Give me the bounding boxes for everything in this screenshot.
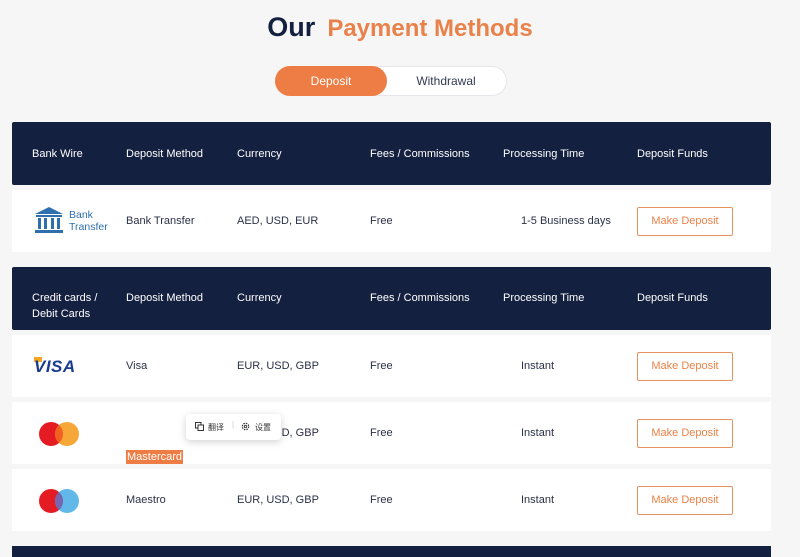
currency-cell: EUR, USD, GBP [237, 360, 319, 372]
make-deposit-button[interactable]: Make Deposit [637, 419, 733, 448]
fees-cell: Free [370, 427, 393, 439]
header-deposit-funds: Deposit Funds [637, 292, 708, 304]
maestro-logo-icon [39, 489, 79, 513]
visa-logo: VISA [34, 357, 76, 376]
title-payment-methods: Payment Methods [327, 15, 533, 42]
translate-link[interactable]: 翻译 [208, 422, 224, 433]
fees-cell: Free [370, 215, 393, 227]
method-cell: Maestro [126, 494, 166, 506]
currency-cell: AED, USD, EUR [237, 215, 319, 227]
table-row-visa: VISA Visa EUR, USD, GBP Free Instant Mak… [12, 335, 771, 397]
popup-divider: | [232, 420, 235, 429]
processing-time-cell: Instant [521, 494, 555, 506]
table-row-maestro: Maestro EUR, USD, GBP Free Instant Make … [12, 469, 771, 531]
currency-cell: EUR, USD, GBP [237, 494, 319, 506]
fees-cell: Free [370, 360, 393, 372]
header-currency: Currency [237, 292, 282, 304]
header-processing-time: Processing Time [503, 292, 585, 304]
header-fees: Fees / Commissions [370, 148, 470, 160]
header-deposit-funds: Deposit Funds [637, 148, 708, 160]
bank-transfer-logo-label: Bank Transfer [69, 209, 108, 233]
tab-deposit[interactable]: Deposit [275, 66, 387, 96]
gear-icon[interactable] [241, 422, 250, 431]
table-row-bank-transfer: Bank Transfer Bank Transfer AED, USD, EU… [12, 190, 771, 252]
copy-icon[interactable] [195, 422, 204, 431]
processing-time-cell: 1-5 Business days [521, 215, 611, 227]
header-processing-time: Processing Time [503, 148, 585, 160]
page-title: Our Payment Methods [0, 12, 800, 43]
header-fees: Fees / Commissions [370, 292, 470, 304]
processing-time-cell: Instant [521, 360, 555, 372]
method-cell: Bank Transfer [126, 215, 195, 227]
make-deposit-button[interactable]: Make Deposit [637, 352, 733, 381]
header-currency: Currency [237, 148, 282, 160]
title-our: Our [267, 12, 316, 42]
next-section-header [12, 546, 771, 557]
header-bank-wire: Bank Wire [32, 148, 83, 160]
processing-time-cell: Instant [521, 427, 555, 439]
table-row-mastercard: Mastercard EUR, USD, GBP Free Instant Ma… [12, 402, 771, 464]
header-credit-debit-cards: Credit cards / Debit Cards [32, 292, 98, 320]
selected-text: Mastercard [126, 450, 184, 464]
settings-link[interactable]: 设置 [255, 422, 271, 433]
fees-cell: Free [370, 494, 393, 506]
header-deposit-method: Deposit Method [126, 148, 204, 160]
bank-building-icon [35, 207, 63, 233]
make-deposit-button[interactable]: Make Deposit [637, 486, 733, 515]
cards-header: Credit cards / Debit Cards Deposit Metho… [12, 267, 771, 330]
bank-wire-header: Bank Wire Deposit Method Currency Fees /… [12, 122, 771, 185]
tab-switcher: Deposit Withdrawal [275, 66, 507, 96]
method-cell: Visa [126, 360, 148, 372]
translate-popup: 翻译 | 设置 [186, 414, 281, 440]
tab-withdrawal[interactable]: Withdrawal [386, 66, 506, 96]
header-deposit-method: Deposit Method [126, 292, 204, 304]
make-deposit-button[interactable]: Make Deposit [637, 207, 733, 236]
mastercard-logo-icon [39, 422, 79, 446]
